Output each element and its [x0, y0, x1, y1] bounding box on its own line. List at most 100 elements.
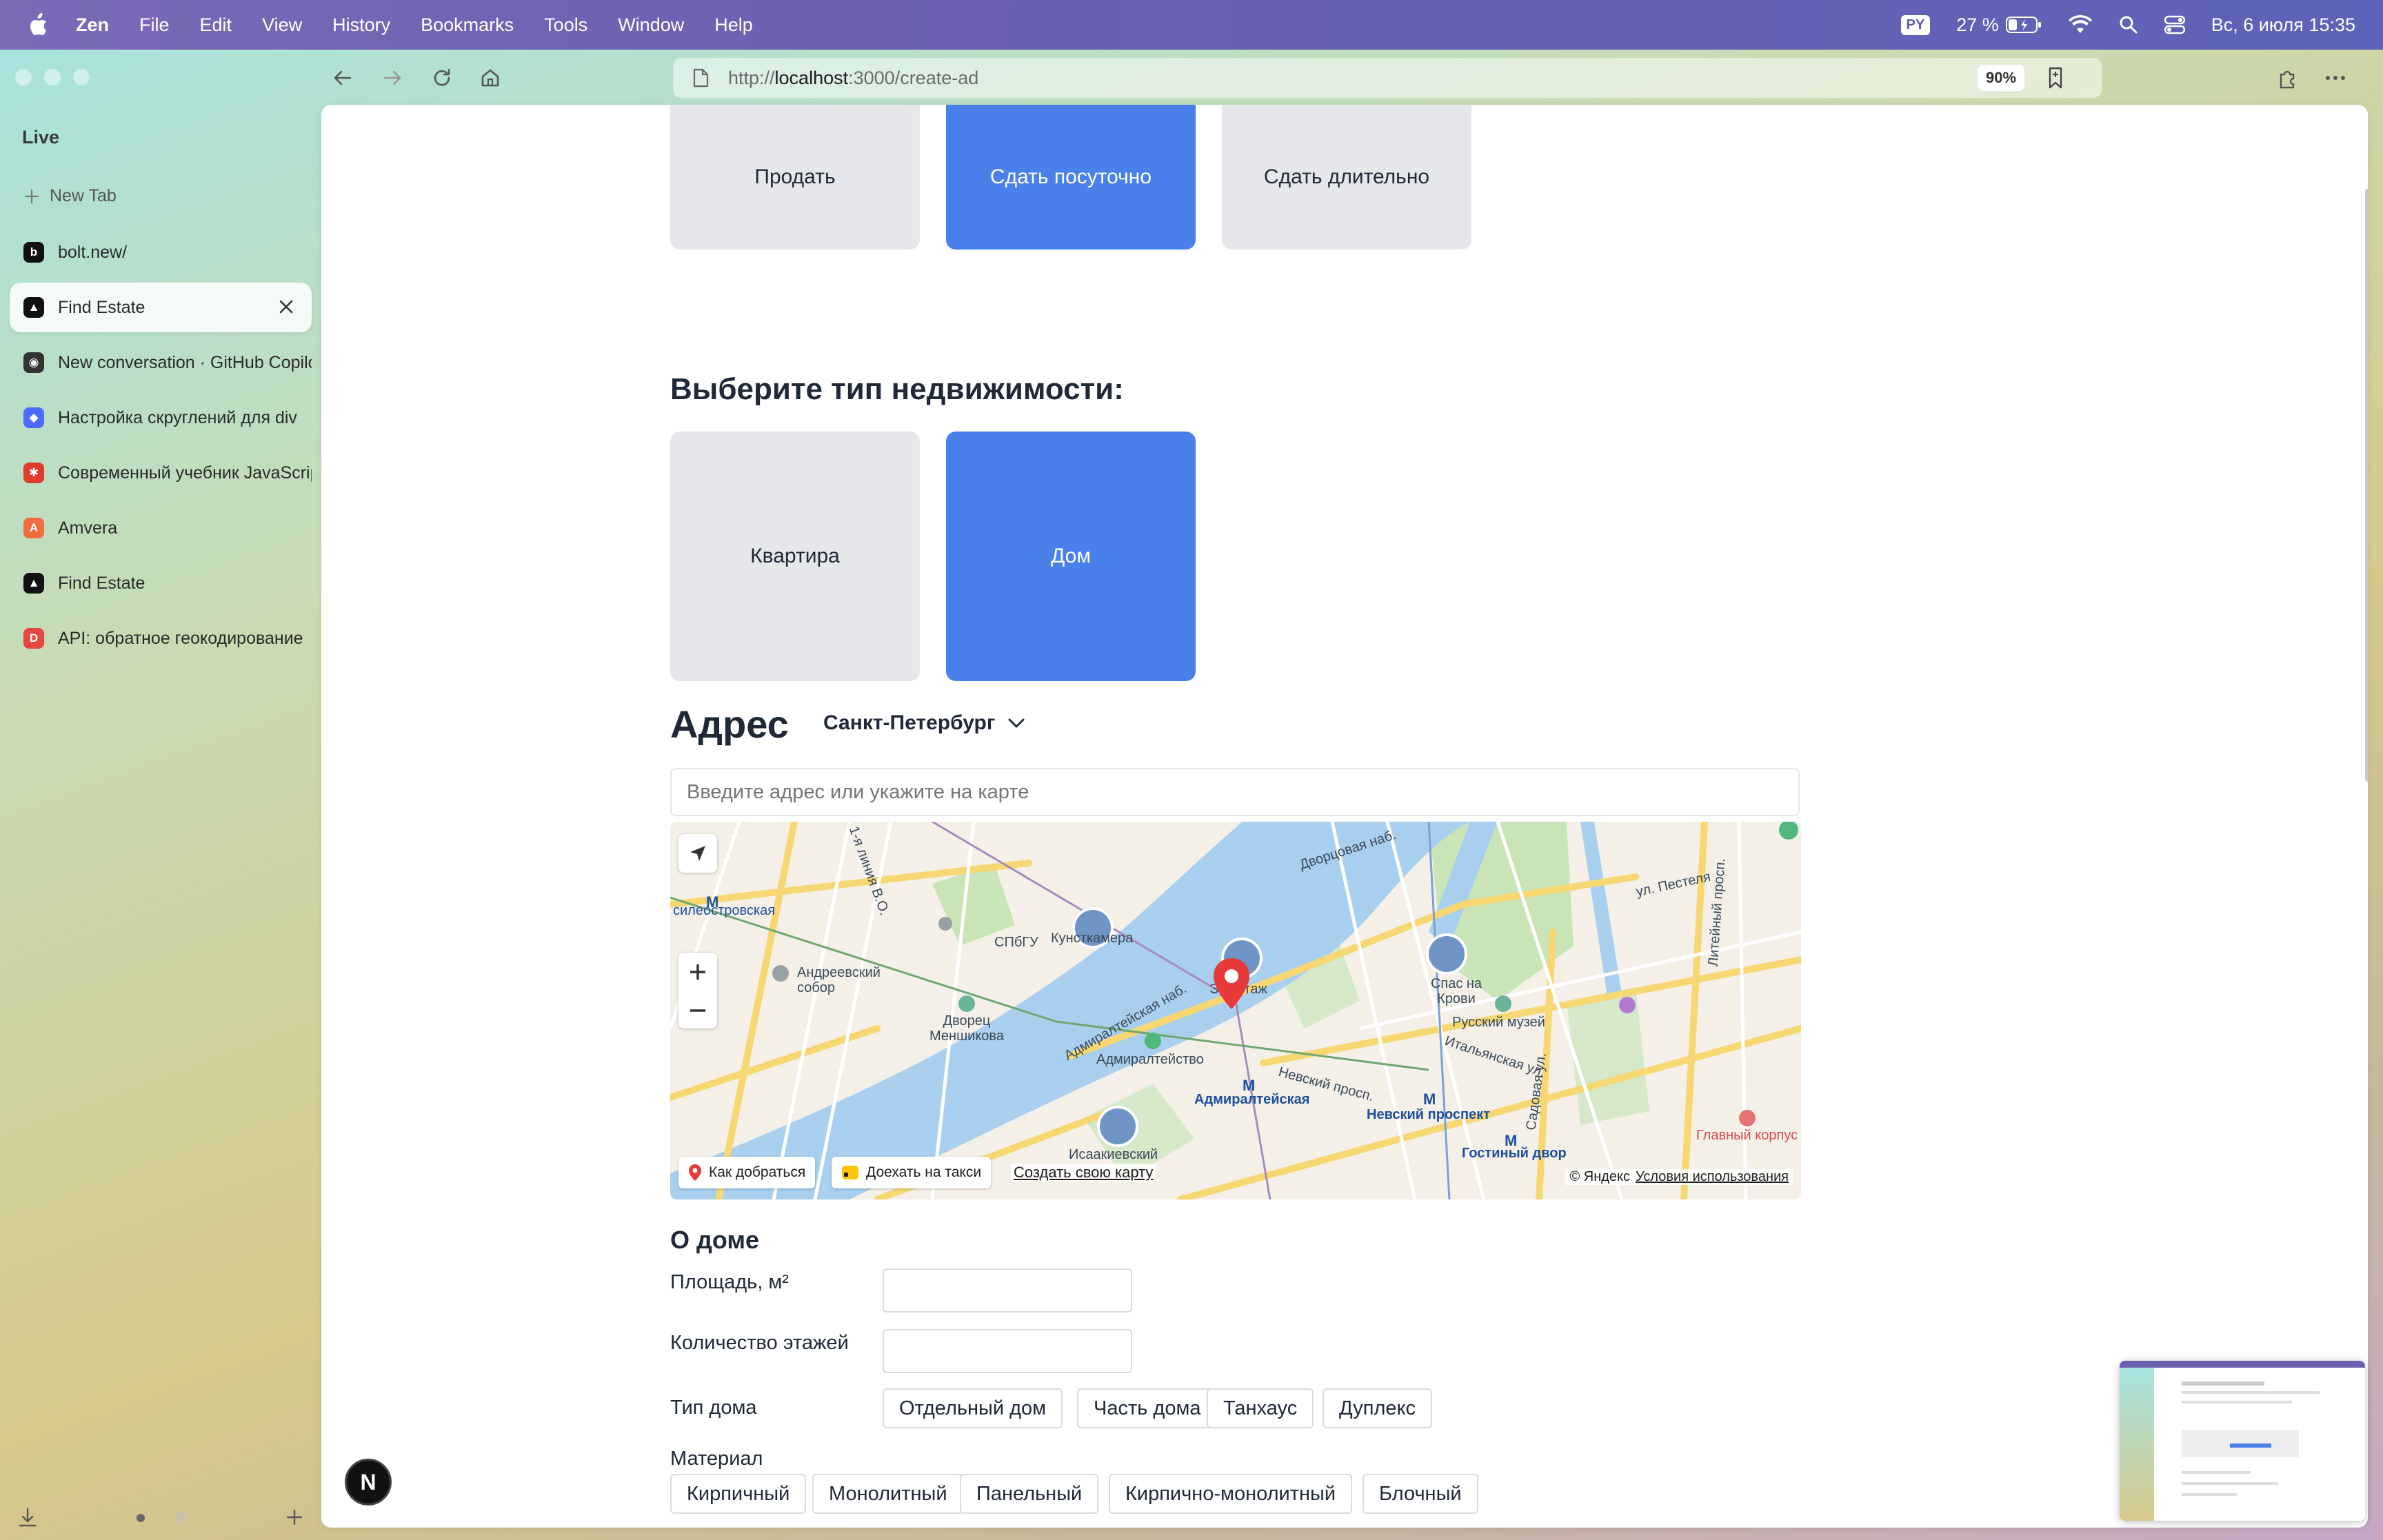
sidebar-tab[interactable]: ◆ Настройка скруглений для div — [10, 393, 312, 443]
map-label-isaakievsky: Исаакиевский — [1069, 1147, 1158, 1162]
house-type-townhouse-chip[interactable]: Танхаус — [1207, 1388, 1314, 1428]
sidebar-tab-title: Настройка скруглений для div — [58, 407, 297, 427]
menu-edit[interactable]: Edit — [200, 14, 232, 36]
menu-window[interactable]: Window — [618, 14, 684, 36]
close-window-button[interactable] — [15, 69, 32, 85]
taxi-button[interactable]: Доехать на такси — [832, 1157, 992, 1188]
amvera-icon: A — [23, 518, 44, 538]
menubar-clock[interactable]: Вс, 6 июля 15:35 — [2211, 14, 2355, 36]
bookmark-icon[interactable] — [2045, 66, 2066, 90]
material-panel-chip[interactable]: Панельный — [960, 1474, 1099, 1514]
taxi-button-label: Доехать на такси — [866, 1164, 982, 1180]
menu-bookmarks[interactable]: Bookmarks — [421, 14, 514, 36]
menu-history[interactable]: History — [332, 14, 390, 36]
url-host: localhost — [774, 68, 849, 88]
sidebar-tab[interactable]: ▲ Find Estate — [10, 283, 312, 332]
area-label: Площадь, м² — [670, 1271, 789, 1293]
menu-file[interactable]: File — [139, 14, 170, 36]
address-bar[interactable]: http://localhost:3000/create-ad 90% — [673, 58, 2102, 98]
yandex-map[interactable]: M M M M силеостровская Андреевский собор… — [670, 822, 1801, 1199]
sidebar-tab[interactable]: A Amvera — [10, 503, 312, 553]
page-viewport: Продать Сдать посуточно Сдать длительно … — [321, 105, 2368, 1528]
battery-indicator[interactable]: 27 % — [1956, 14, 2042, 36]
material-brick-chip[interactable]: Кирпичный — [670, 1474, 807, 1514]
about-house-heading: О доме — [670, 1226, 760, 1254]
minimize-window-button[interactable] — [44, 69, 61, 85]
zoom-level-badge[interactable]: 90% — [1978, 65, 2025, 91]
workspace-dot-1[interactable] — [137, 1514, 145, 1522]
javascript-info-icon: ✱ — [23, 463, 44, 483]
zoom-window-button[interactable] — [73, 69, 90, 85]
input-language-badge[interactable]: PY — [1900, 14, 1931, 35]
material-label: Материал — [670, 1448, 763, 1470]
menu-app-name[interactable]: Zen — [76, 14, 109, 36]
city-selector-label: Санкт-Петербург — [823, 711, 996, 734]
new-tab-button[interactable]: New Tab — [23, 186, 117, 206]
property-type-apartment-card[interactable]: Квартира — [670, 432, 920, 681]
material-block-chip[interactable]: Блочный — [1363, 1474, 1478, 1514]
close-tab-icon[interactable] — [276, 296, 296, 317]
sidebar-tab[interactable]: ◉ New conversation · GitHub Copilot — [10, 338, 312, 387]
home-icon[interactable] — [479, 66, 502, 90]
zoom-in-icon[interactable] — [688, 962, 707, 982]
material-monolith-chip[interactable]: Монолитный — [812, 1474, 964, 1514]
sidebar-tab[interactable]: b bolt.new/ — [10, 227, 312, 277]
sidebar-tab[interactable]: ✱ Современный учебник JavaScript — [10, 448, 312, 498]
menu-tools[interactable]: Tools — [544, 14, 587, 36]
zoom-out-icon[interactable] — [688, 1001, 707, 1020]
page-scrollbar[interactable] — [2365, 189, 2368, 782]
city-selector[interactable]: Санкт-Петербург — [823, 711, 1025, 735]
extensions-icon[interactable] — [2275, 66, 2299, 90]
control-center-icon[interactable] — [2164, 15, 2185, 34]
sidebar-tab[interactable]: ▲ Find Estate — [10, 558, 312, 608]
property-type-label: Квартира — [750, 545, 840, 567]
nextjs-dev-badge[interactable]: N — [345, 1459, 392, 1506]
more-menu-icon[interactable] — [2324, 68, 2347, 88]
map-terms-link[interactable]: Условия использования — [1636, 1169, 1789, 1185]
property-type-house-card[interactable]: Дом — [946, 432, 1196, 681]
deal-type-label: Сдать длительно — [1263, 165, 1430, 188]
menu-view[interactable]: View — [262, 14, 302, 36]
map-label-vasileostrovskaya: силеостровская — [673, 903, 776, 918]
house-type-label: Тип дома — [670, 1397, 757, 1419]
workspace-dot-2[interactable] — [175, 1511, 188, 1523]
url-text[interactable]: http://localhost:3000/create-ad — [728, 68, 978, 89]
area-input[interactable] — [883, 1268, 1132, 1313]
house-type-detached-chip[interactable]: Отдельный дом — [883, 1388, 1063, 1428]
tab-list: b bolt.new/ ▲ Find Estate ◉ New conversation … — [10, 227, 312, 669]
back-icon[interactable] — [331, 66, 354, 90]
material-brick-monolith-chip[interactable]: Кирпично-монолитный — [1109, 1474, 1353, 1514]
address-input[interactable] — [670, 768, 1800, 816]
floors-label: Количество этажей — [670, 1332, 849, 1354]
zoom-controls — [678, 953, 717, 1029]
map-label-pestelya: ул. Пестеля — [1634, 869, 1712, 900]
forward-icon[interactable] — [381, 66, 404, 90]
map-label-first-line: 1-я линия В.О. — [845, 824, 892, 918]
reload-icon[interactable] — [430, 66, 454, 90]
location-marker-icon[interactable] — [1211, 957, 1252, 1012]
floors-input[interactable] — [883, 1329, 1132, 1373]
menu-help[interactable]: Help — [714, 14, 753, 36]
geolocate-button[interactable] — [678, 834, 717, 873]
page-preview-thumbnail[interactable] — [2120, 1361, 2365, 1521]
house-type-part-chip[interactable]: Часть дома — [1077, 1388, 1218, 1428]
spotlight-search-icon[interactable] — [2119, 15, 2138, 34]
add-workspace-icon[interactable] — [285, 1508, 303, 1526]
page-info-icon[interactable] — [691, 68, 710, 88]
sidebar-tab[interactable]: D API: обратное геокодирование — [10, 614, 312, 663]
deal-type-sell-card[interactable]: Продать — [670, 105, 920, 250]
sidebar-tab-title: Современный учебник JavaScript — [58, 463, 312, 483]
downloads-icon[interactable] — [18, 1507, 37, 1528]
deal-type-daily-rent-card[interactable]: Сдать посуточно — [946, 105, 1196, 250]
house-type-duplex-chip[interactable]: Дуплекс — [1323, 1388, 1433, 1428]
create-map-link[interactable]: Создать свою карту — [1011, 1164, 1156, 1182]
macos-menubar: Zen File Edit View History Bookmarks Too… — [0, 0, 2383, 50]
wifi-icon[interactable] — [2068, 15, 2093, 34]
deal-type-long-rent-card[interactable]: Сдать длительно — [1222, 105, 1471, 250]
map-label-spbgu: СПбГУ — [994, 935, 1038, 950]
route-button[interactable]: Как добраться — [678, 1157, 816, 1188]
map-label-admiralteyskaya: Адмиралтейская — [1194, 1092, 1310, 1107]
dadata-icon: D — [23, 628, 44, 649]
property-type-heading: Выберите тип недвижимости: — [670, 372, 1124, 406]
apple-icon[interactable] — [28, 13, 48, 37]
